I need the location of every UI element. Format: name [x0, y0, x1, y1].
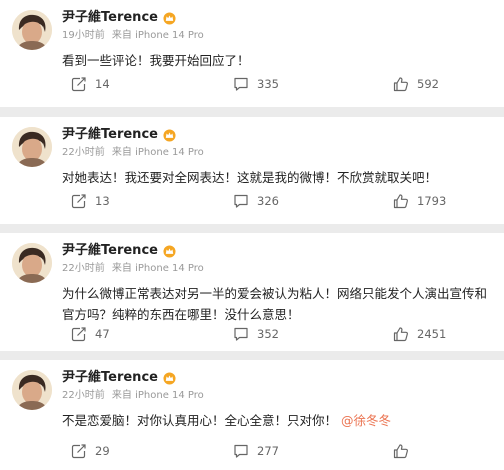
comment-icon — [234, 327, 248, 341]
like-button[interactable] — [393, 441, 417, 461]
repost-count: 29 — [95, 444, 110, 458]
post-text: 不是恋爱脑！对你认真用心！全心全意！只对你！ — [62, 413, 338, 428]
comment-count: 352 — [257, 327, 279, 341]
avatar[interactable] — [12, 370, 52, 410]
avatar[interactable] — [12, 10, 52, 50]
comment-icon — [234, 444, 248, 458]
post-meta: 19小时前 来自 iPhone 14 Pro — [62, 29, 204, 42]
like-icon — [393, 444, 408, 459]
post-source: 来自 iPhone 14 Pro — [111, 147, 204, 158]
comment-button[interactable]: 326 — [233, 191, 279, 211]
like-button[interactable]: 1793 — [393, 191, 446, 211]
post-actions: 14 335 592 — [0, 74, 504, 94]
post-time[interactable]: 19小时前 — [62, 30, 105, 41]
like-count: 1793 — [417, 194, 447, 208]
repost-count: 14 — [95, 77, 110, 91]
repost-button[interactable]: 13 — [71, 191, 110, 211]
repost-button[interactable]: 47 — [71, 324, 110, 344]
like-count: 592 — [417, 77, 439, 91]
username-text[interactable]: 尹子維Terence — [62, 10, 158, 26]
post-meta: 22小时前 来自 iPhone 14 Pro — [62, 146, 204, 159]
mention-link[interactable]: @徐冬冬 — [341, 413, 391, 428]
post-actions: 29 277 — [0, 441, 504, 461]
repost-icon — [71, 77, 86, 92]
username-text[interactable]: 尹子維Terence — [62, 127, 158, 143]
vip-crown-icon — [163, 11, 176, 25]
repost-button[interactable]: 29 — [71, 441, 110, 461]
post-text: 看到一些评论！我要开始回应了！ — [62, 53, 250, 68]
username-text[interactable]: 尹子維Terence — [62, 243, 158, 259]
repost-icon — [71, 194, 86, 209]
username[interactable]: 尹子維Terence — [62, 127, 176, 143]
post-meta: 22小时前 来自 iPhone 14 Pro — [62, 262, 204, 275]
post-content: 为什么微博正常表达对另一半的爱会被认为粘人！网络只能发个人演出宣传和官方吗？纯粹… — [62, 283, 492, 325]
comment-count: 326 — [257, 194, 279, 208]
username[interactable]: 尹子維Terence — [62, 10, 176, 26]
post-card: 尹子維Terence 22小时前 来自 iPhone 14 Pro 对她表达！我… — [0, 117, 504, 224]
post-text: 为什么微博正常表达对另一半的爱会被认为粘人！网络只能发个人演出宣传和官方吗？纯粹… — [62, 286, 488, 322]
post-text: 对她表达！我还要对全网表达！这就是我的微博！不欣赏就取关吧！ — [62, 170, 438, 185]
weibo-feed: 尹子維Terence 19小时前 来自 iPhone 14 Pro 看到一些评论… — [0, 0, 504, 470]
comment-count: 277 — [257, 444, 279, 458]
comment-icon — [234, 194, 248, 208]
like-icon — [393, 194, 408, 209]
vip-crown-icon — [163, 371, 176, 385]
username[interactable]: 尹子維Terence — [62, 370, 176, 386]
like-button[interactable]: 592 — [393, 74, 439, 94]
post-time[interactable]: 22小时前 — [62, 390, 105, 401]
post-meta: 22小时前 来自 iPhone 14 Pro — [62, 389, 204, 402]
post-content: 不是恋爱脑！对你认真用心！全心全意！只对你！ @徐冬冬 — [62, 410, 492, 431]
repost-icon — [71, 444, 86, 459]
comment-count: 335 — [257, 77, 279, 91]
post-card: 尹子維Terence 19小时前 来自 iPhone 14 Pro 看到一些评论… — [0, 0, 504, 107]
post-card: 尹子維Terence 22小时前 来自 iPhone 14 Pro 不是恋爱脑！… — [0, 360, 504, 470]
post-source: 来自 iPhone 14 Pro — [111, 30, 204, 41]
avatar[interactable] — [12, 127, 52, 167]
post-card: 尹子維Terence 22小时前 来自 iPhone 14 Pro 为什么微博正… — [0, 233, 504, 351]
username[interactable]: 尹子維Terence — [62, 243, 176, 259]
vip-crown-icon — [163, 244, 176, 258]
like-icon — [393, 77, 408, 92]
vip-crown-icon — [163, 128, 176, 142]
comment-button[interactable]: 352 — [233, 324, 279, 344]
post-actions: 13 326 1793 — [0, 191, 504, 211]
like-count: 2451 — [417, 327, 447, 341]
avatar[interactable] — [12, 243, 52, 283]
repost-button[interactable]: 14 — [71, 74, 110, 94]
username-text[interactable]: 尹子維Terence — [62, 370, 158, 386]
comment-button[interactable]: 335 — [233, 74, 279, 94]
post-source: 来自 iPhone 14 Pro — [111, 263, 204, 274]
post-source: 来自 iPhone 14 Pro — [111, 390, 204, 401]
repost-count: 47 — [95, 327, 110, 341]
like-button[interactable]: 2451 — [393, 324, 446, 344]
repost-icon — [71, 327, 86, 342]
post-time[interactable]: 22小时前 — [62, 263, 105, 274]
post-actions: 47 352 2451 — [0, 324, 504, 344]
repost-count: 13 — [95, 194, 110, 208]
post-time[interactable]: 22小时前 — [62, 147, 105, 158]
comment-icon — [234, 77, 248, 91]
comment-button[interactable]: 277 — [233, 441, 279, 461]
like-icon — [393, 327, 408, 342]
post-content: 看到一些评论！我要开始回应了！ — [62, 50, 492, 71]
post-content: 对她表达！我还要对全网表达！这就是我的微博！不欣赏就取关吧！ — [62, 167, 492, 188]
